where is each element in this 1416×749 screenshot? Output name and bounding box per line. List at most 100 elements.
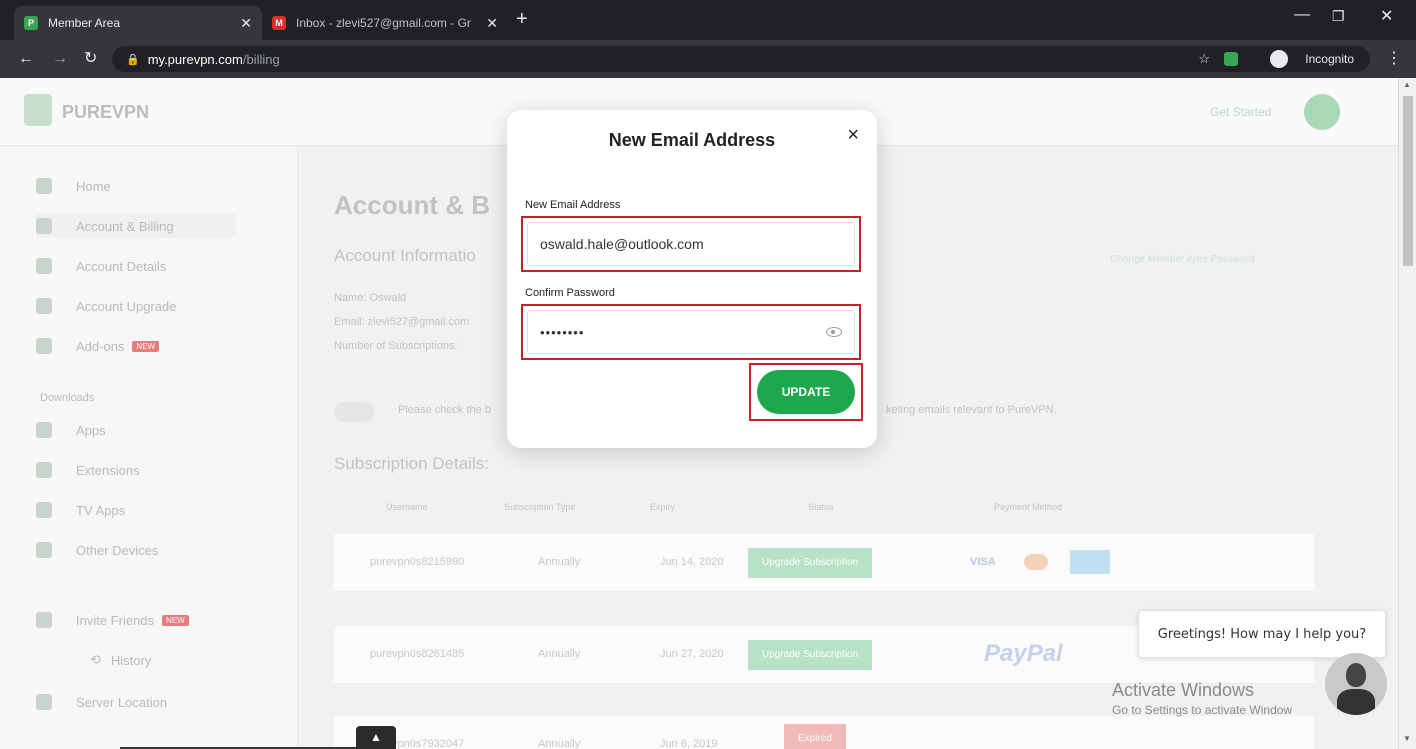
confirm-password-input[interactable]: •••••••• [540, 325, 584, 340]
section-label: Downloads [40, 392, 95, 404]
sidebar-item-label: Invite Friends [76, 612, 155, 628]
incognito-icon [1270, 50, 1288, 68]
show-password-icon[interactable] [826, 327, 842, 337]
expiry-cell: Jun 6, 2019 [660, 738, 718, 749]
browser-toolbar: ← → ↻ 🔒 my.purevpn.com /billing ☆ Incogn… [0, 40, 1416, 78]
scroll-down-icon[interactable]: ▼ [1403, 734, 1411, 743]
username-cell: purevpn0s8261485 [370, 648, 465, 660]
close-icon[interactable]: × [847, 124, 859, 147]
new-tab-button[interactable]: + [516, 8, 528, 31]
brand-name: PUREVPN [62, 102, 150, 122]
server-icon [36, 694, 52, 710]
bookmark-star-icon[interactable]: ☆ [1198, 51, 1210, 67]
user-avatar[interactable] [1304, 94, 1340, 130]
marketing-text-left: Please check the b [398, 404, 491, 416]
tab-title: Member Area [48, 16, 121, 30]
email-value: zlevi527@gmail.com [367, 316, 470, 328]
name-value: Oswald [369, 292, 407, 304]
scroll-thumb[interactable] [1403, 96, 1413, 266]
sidebar-item-label: Home [76, 178, 111, 194]
sidebar-item-label: Add-ons [76, 338, 125, 354]
sidebar-item-server-location[interactable]: Server Location [36, 690, 167, 714]
user-icon [36, 258, 52, 274]
shield-icon [36, 178, 52, 194]
sidebar-item-add-ons[interactable]: Add-ons NEW [36, 334, 160, 358]
tab-inbox[interactable]: M Inbox - zlevi527@gmail.com - Gr ✕ [262, 6, 508, 40]
billing-icon [36, 218, 52, 234]
sidebar-item-label: Server Location [76, 694, 168, 710]
back-icon[interactable]: ← [18, 40, 34, 78]
sidebar-item-account-billing[interactable]: Account & Billing [36, 214, 236, 238]
visa-label: VISA [970, 556, 996, 568]
incognito-label: Incognito [1305, 52, 1354, 66]
expiry-cell: Jun 14, 2020 [660, 556, 724, 568]
chevron-up-icon[interactable]: ▲ [356, 726, 396, 749]
update-button[interactable]: UPDATE [757, 370, 855, 414]
expiry-cell: Jun 27, 2020 [660, 648, 724, 660]
column-header: Subscription Type [504, 502, 576, 512]
subscription-details-heading: Subscription Details: [334, 454, 489, 473]
forward-icon[interactable]: → [52, 40, 68, 78]
mastercard-icon [1024, 554, 1048, 570]
email-field-label: New Email Address [525, 199, 621, 211]
reload-icon[interactable]: ↻ [84, 40, 97, 78]
sidebar-item-home[interactable]: Home [36, 174, 111, 198]
addons-icon [36, 338, 52, 354]
history-icon: ⟲ [90, 652, 101, 667]
amex-icon [1070, 550, 1110, 574]
sidebar-item-label: Account Details [76, 258, 167, 274]
column-header: Username [386, 502, 428, 512]
password-field-label: Confirm Password [525, 287, 615, 299]
watermark-title: Activate Windows [1112, 680, 1255, 700]
modal-title: New Email Address [608, 130, 776, 150]
sidebar-item-label: TV Apps [76, 502, 126, 518]
column-header: Expiry [650, 502, 676, 512]
sidebar-item-history[interactable]: ⟲ History [90, 648, 151, 672]
name-label: Name: [334, 292, 367, 304]
sidebar-item-extensions[interactable]: Extensions [36, 458, 140, 482]
new-email-input[interactable] [540, 236, 820, 252]
sidebar-item-apps[interactable]: Apps [36, 418, 106, 442]
new-email-modal: New Email Address × New Email Address Co… [507, 110, 877, 448]
sidebar-item-label: History [110, 652, 152, 668]
activate-windows-watermark: Activate Windows Go to Settings to activ… [1112, 680, 1292, 717]
scroll-up-icon[interactable]: ▲ [1403, 80, 1411, 89]
watermark-subtitle: Go to Settings to activate Window [1112, 703, 1293, 717]
account-info-heading: Account Informatio [334, 246, 476, 265]
chat-greeting-bubble[interactable]: Greetings! How may I help you? [1138, 610, 1386, 658]
puzzle-icon [36, 462, 52, 478]
sidebar-item-account-details[interactable]: Account Details [36, 254, 166, 278]
sidebar-item-tv-apps[interactable]: TV Apps [36, 498, 125, 522]
sidebar-item-account-upgrade[interactable]: Account Upgrade [36, 294, 176, 318]
get-started-link[interactable]: Get Started [1210, 105, 1271, 119]
purevpn-favicon-icon: P [24, 16, 38, 30]
page-scrollbar[interactable]: ▲ ▼ [1398, 78, 1416, 749]
address-bar[interactable]: 🔒 my.purevpn.com /billing ☆ Incognito [112, 46, 1370, 72]
chat-agent-avatar[interactable] [1325, 653, 1387, 715]
subscriptions-label: Number of Subscriptions: [334, 340, 458, 352]
sidebar-item-invite-friends[interactable]: Invite Friends NEW [36, 608, 189, 632]
subscriptions-row: Number of Subscriptions: [334, 340, 458, 352]
tv-icon [36, 502, 52, 518]
tab-member-area[interactable]: P Member Area ✕ [14, 6, 262, 40]
upgrade-subscription-button[interactable]: Upgrade Subscription [748, 548, 873, 578]
close-tab-icon[interactable]: ✕ [240, 15, 252, 32]
close-window-icon[interactable]: ✕ [1380, 6, 1393, 26]
purevpn-extension-icon[interactable] [1224, 52, 1238, 66]
menu-kebab-icon[interactable]: ⋮ [1386, 40, 1402, 78]
gmail-favicon-icon: M [272, 16, 286, 30]
sidebar-item-other-devices[interactable]: Other Devices [36, 538, 158, 562]
tab-title: Inbox - zlevi527@gmail.com - Gr [296, 16, 471, 30]
type-cell: Annually [538, 556, 581, 568]
upgrade-subscription-button[interactable]: Upgrade Subscription [748, 640, 873, 670]
marketing-toggle[interactable] [334, 402, 374, 422]
username-cell: purevpn0s8215990 [370, 556, 465, 568]
restore-icon[interactable]: ❐ [1332, 8, 1345, 25]
paypal-label: PayPal [984, 640, 1063, 667]
name-row: Name: Oswald [334, 292, 406, 304]
password-field-wrapper: •••••••• [527, 310, 855, 354]
sidebar-item-label: Extensions [76, 462, 140, 478]
close-tab-icon[interactable]: ✕ [486, 15, 498, 32]
change-password-link[interactable]: Change Member Area Password [1110, 254, 1255, 265]
minimize-icon[interactable]: — [1294, 6, 1310, 24]
